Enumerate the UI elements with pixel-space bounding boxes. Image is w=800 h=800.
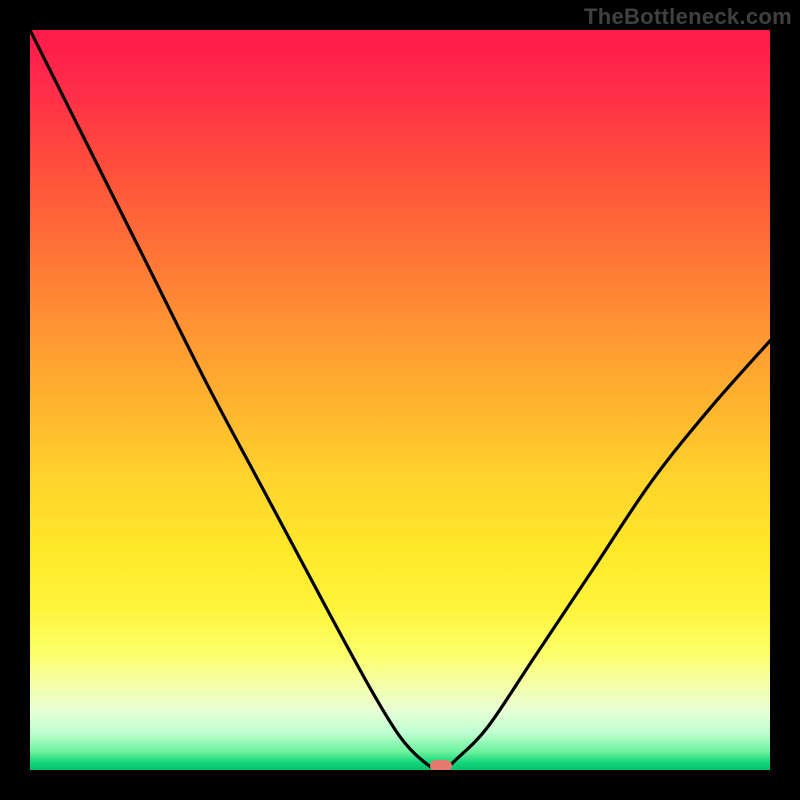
plot-area xyxy=(30,30,770,770)
watermark-text: TheBottleneck.com xyxy=(584,4,792,30)
chart-frame: TheBottleneck.com xyxy=(0,0,800,800)
bottleneck-curve xyxy=(30,30,770,770)
optimal-marker xyxy=(430,760,452,770)
